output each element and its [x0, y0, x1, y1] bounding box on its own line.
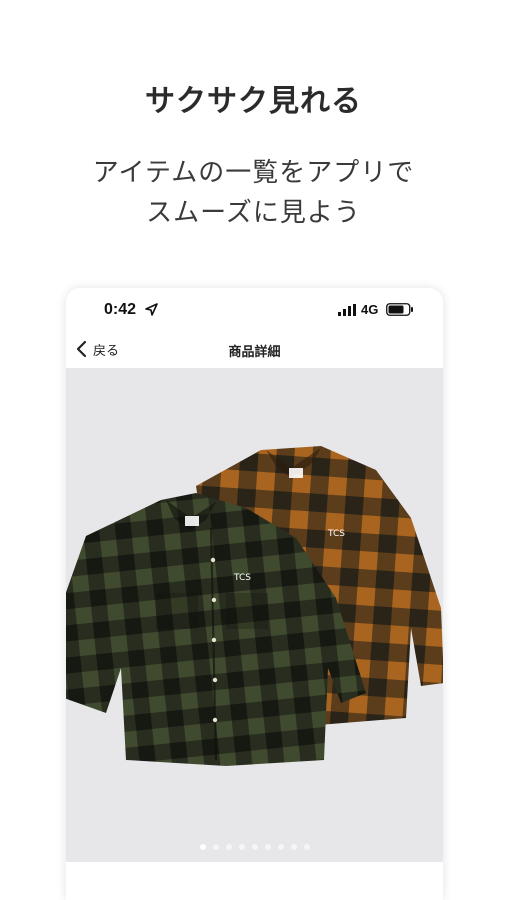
- location-arrow-icon: [145, 303, 158, 316]
- back-shirt-logo: TCS: [327, 529, 345, 539]
- phone-mockup: 0:42 4G 戻る 商品詳細 TCS TCS: [66, 288, 443, 900]
- status-time: 0:42: [104, 301, 137, 318]
- page-dot[interactable]: [199, 844, 206, 850]
- front-shirt-logo: TCS: [233, 573, 251, 583]
- promo-headline: サクサク見れる: [145, 84, 362, 119]
- page-dot[interactable]: [212, 844, 219, 850]
- page-dot[interactable]: [303, 844, 310, 850]
- page-dot[interactable]: [290, 844, 297, 850]
- battery-icon: [386, 303, 413, 316]
- page-dot[interactable]: [264, 844, 271, 850]
- carousel-page-indicator: [66, 844, 443, 850]
- page-dot[interactable]: [225, 844, 232, 850]
- page-dot[interactable]: [251, 844, 258, 850]
- product-details-area: [66, 862, 443, 900]
- navigation-bar: 戻る 商品詳細: [66, 332, 443, 366]
- page-dot[interactable]: [277, 844, 284, 850]
- product-image-carousel[interactable]: TCS TCS: [66, 368, 443, 862]
- page-dot[interactable]: [238, 844, 245, 850]
- signal-icon: [338, 304, 356, 316]
- page-title: 商品詳細: [228, 345, 281, 360]
- status-bar: 0:42 4G: [66, 288, 443, 332]
- product-photo: TCS TCS: [66, 446, 443, 766]
- promo-subline-1: アイテムの一覧をアプリで: [92, 158, 415, 188]
- promo-subline-2: スムーズに見よう: [146, 198, 361, 228]
- network-type: 4G: [361, 302, 379, 317]
